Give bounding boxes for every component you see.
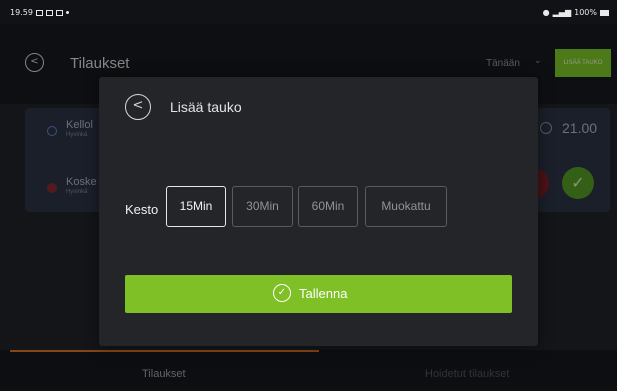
duration-option-30[interactable]: 30Min xyxy=(232,186,293,227)
dialog-back-button[interactable]: < xyxy=(125,94,151,120)
location-icon: ● xyxy=(542,8,550,17)
save-button-label: Tallenna xyxy=(299,285,348,301)
signal-icon: ▂▄▆ xyxy=(552,8,572,17)
duration-option-15[interactable]: 15Min xyxy=(166,186,226,227)
notification-icon xyxy=(45,9,53,16)
photo-icon xyxy=(55,9,63,16)
chevron-left-icon: < xyxy=(132,98,144,113)
dialog-title: Lisää tauko xyxy=(170,99,242,115)
duration-option-custom[interactable]: Muokattu xyxy=(365,186,447,227)
gallery-icon xyxy=(35,9,43,16)
duration-option-60[interactable]: 60Min xyxy=(298,186,358,227)
duration-label: Kesto xyxy=(125,202,159,217)
battery-icon xyxy=(600,9,609,16)
check-circle-icon: ✓ xyxy=(273,284,291,302)
app-root: 19.59 ● ▂▄▆ 100% < Tilaukset Tänään ⌄ LI… xyxy=(0,0,617,391)
status-bar: 19.59 ● ▂▄▆ 100% xyxy=(0,0,617,24)
battery-level: 100% xyxy=(574,8,597,17)
dot-icon xyxy=(65,11,69,14)
save-button[interactable]: ✓ Tallenna xyxy=(125,275,512,313)
status-time: 19.59 xyxy=(10,8,33,17)
